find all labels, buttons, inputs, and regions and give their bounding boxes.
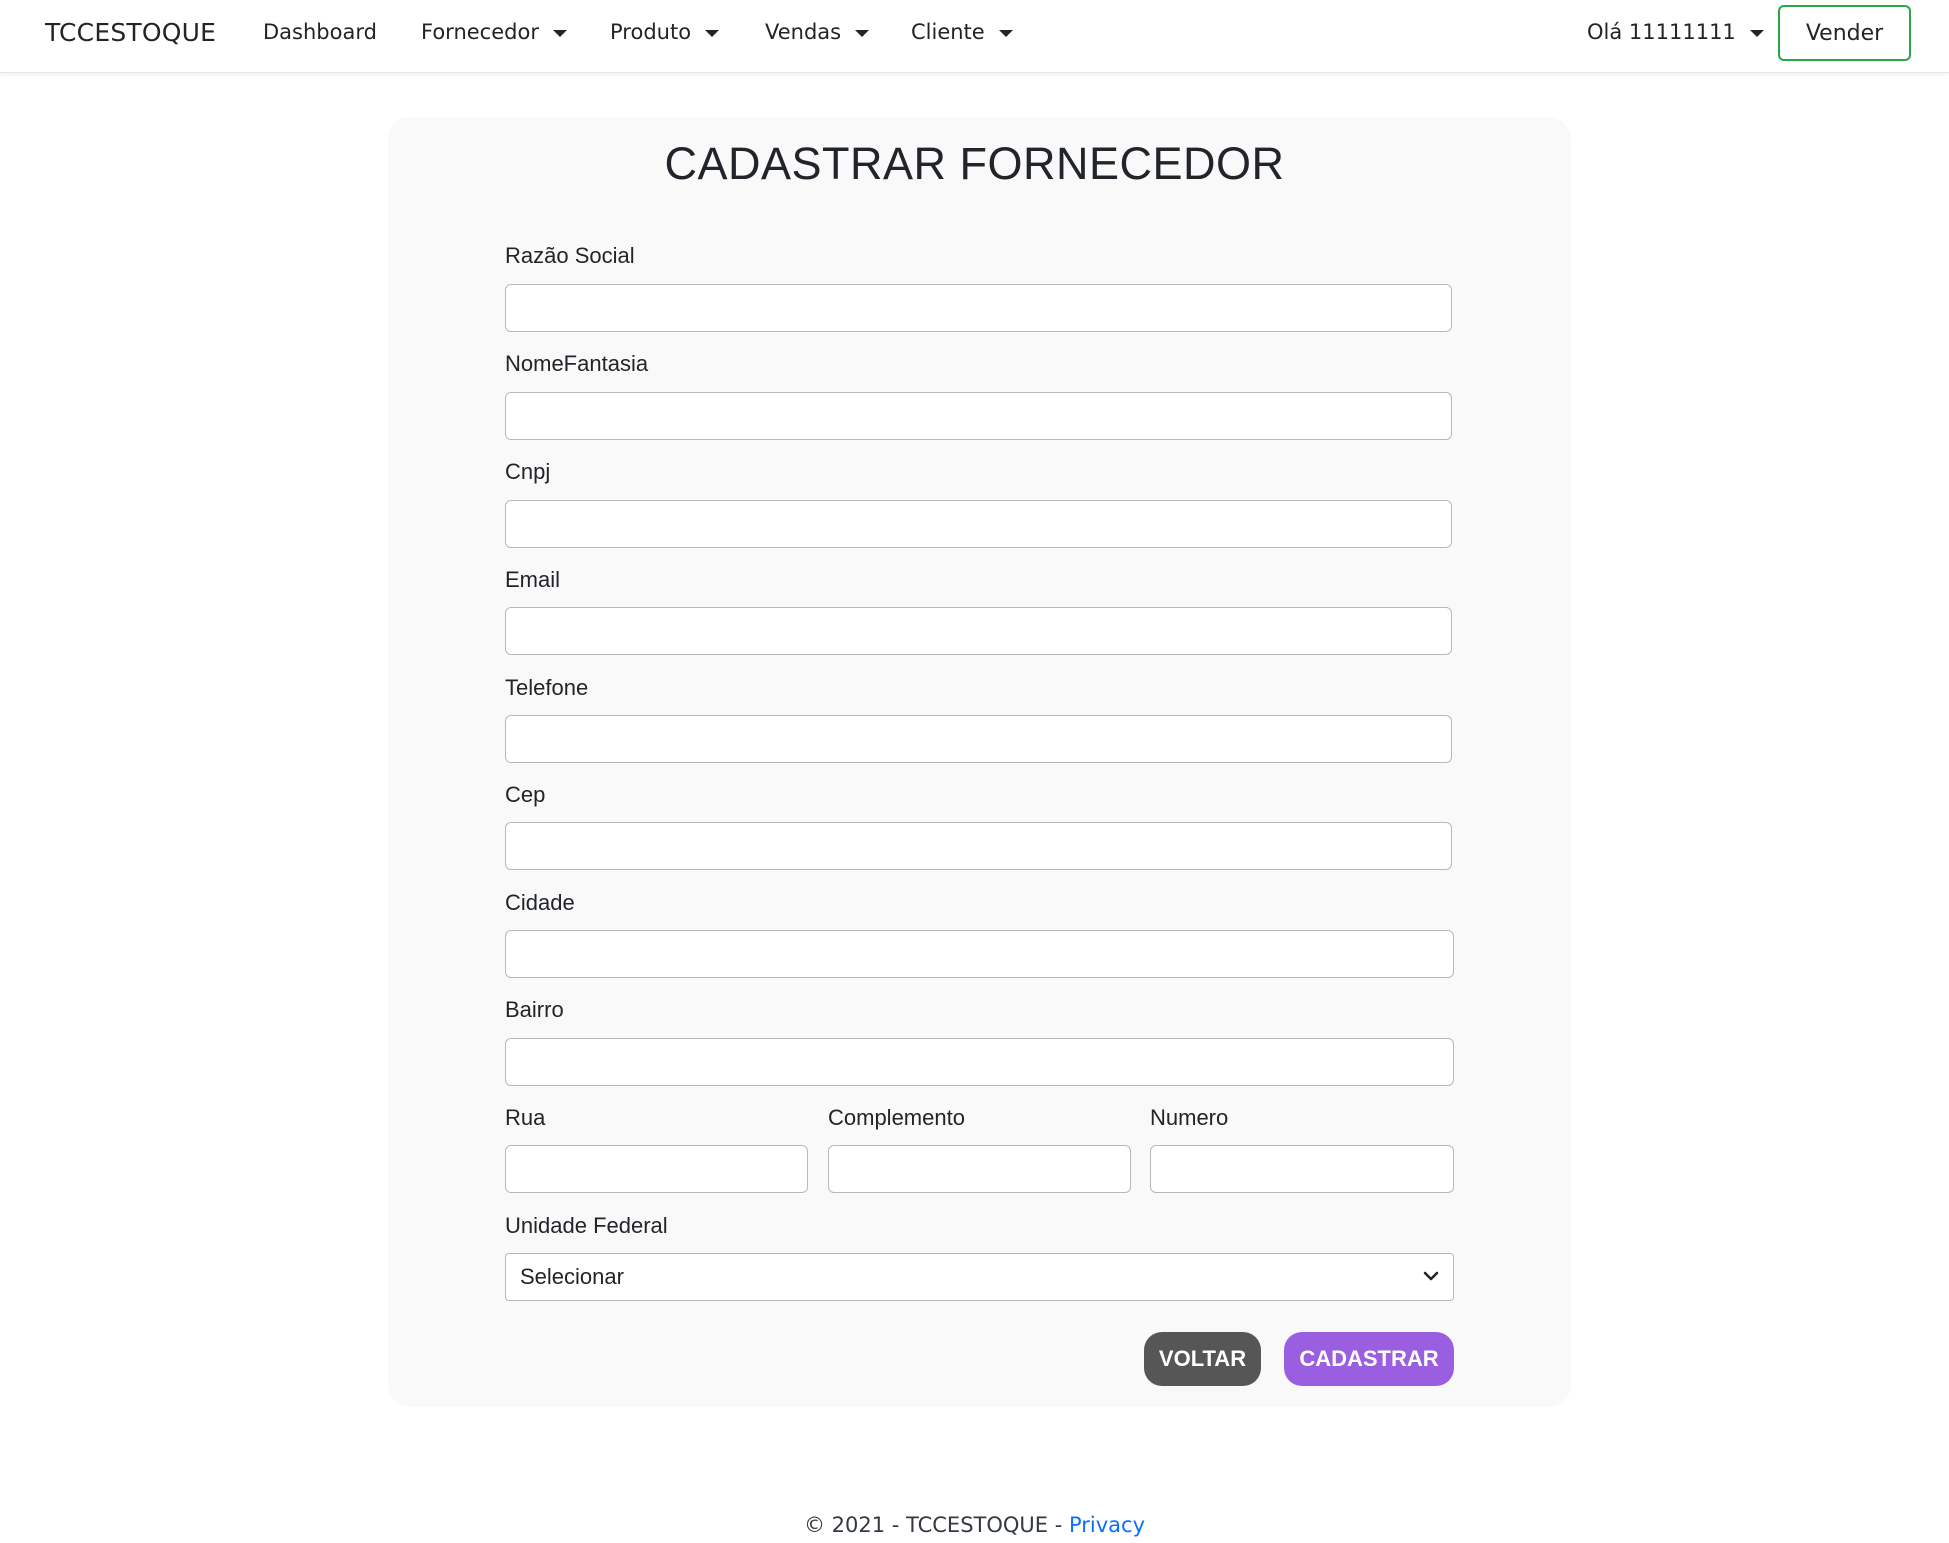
footer: © 2021 - TCCESTOQUE - Privacy [0, 1513, 1949, 1537]
chevron-down-icon [1423, 1271, 1439, 1281]
nav-dashboard-label: Dashboard [263, 20, 377, 44]
cnpj-input[interactable] [505, 500, 1452, 548]
nav-produto-dropdown[interactable]: Produto [610, 20, 720, 44]
rua-label: Rua [505, 1105, 546, 1130]
rua-input[interactable] [505, 1145, 808, 1193]
nav-fornecedor-dropdown[interactable]: Fornecedor [421, 20, 567, 44]
nav-dashboard[interactable]: Dashboard [263, 20, 377, 44]
caret-down-icon [998, 29, 1013, 37]
cep-label: Cep [505, 782, 546, 807]
vender-button[interactable]: Vender [1778, 5, 1911, 61]
nav-vendas-dropdown[interactable]: Vendas [765, 20, 870, 44]
caret-down-icon [552, 29, 567, 37]
numero-input[interactable] [1150, 1145, 1454, 1193]
brand-logo[interactable]: TCCESTOQUE [45, 18, 216, 47]
bairro-input[interactable] [505, 1038, 1454, 1086]
nav-vendas-label: Vendas [765, 20, 842, 44]
numero-label: Numero [1150, 1105, 1229, 1130]
razao-social-label: Razão Social [505, 243, 635, 268]
nav-cliente-label: Cliente [911, 20, 985, 44]
cidade-input[interactable] [505, 930, 1454, 978]
telefone-input[interactable] [505, 715, 1452, 763]
user-menu-dropdown[interactable]: Olá 11111111 [1587, 20, 1764, 44]
email-label: Email [505, 567, 561, 592]
cnpj-label: Cnpj [505, 459, 551, 484]
cidade-label: Cidade [505, 890, 575, 915]
user-greeting: Olá 11111111 [1587, 20, 1736, 44]
uf-select[interactable]: Selecionar [505, 1253, 1454, 1301]
uf-selected-value: Selecionar [520, 1264, 624, 1289]
caret-down-icon [1749, 29, 1764, 37]
caret-down-icon [705, 29, 720, 37]
page-title: CADASTRAR FORNECEDOR [664, 138, 1285, 189]
footer-copyright: © 2021 - TCCESTOQUE - [803, 1513, 1069, 1537]
voltar-button[interactable]: VOLTAR [1144, 1332, 1261, 1386]
cadastrar-button[interactable]: CADASTRAR [1284, 1332, 1454, 1386]
caret-down-icon [855, 29, 870, 37]
uf-label: Unidade Federal [505, 1213, 668, 1238]
email-input[interactable] [505, 607, 1452, 655]
complemento-label: Complemento [828, 1105, 965, 1130]
privacy-link[interactable]: Privacy [1069, 1513, 1145, 1537]
nav-cliente-dropdown[interactable]: Cliente [911, 20, 1013, 44]
nome-fantasia-input[interactable] [505, 392, 1452, 440]
telefone-label: Telefone [505, 675, 589, 700]
bairro-label: Bairro [505, 997, 564, 1022]
nav-produto-label: Produto [610, 20, 692, 44]
nome-fantasia-label: NomeFantasia [505, 351, 649, 376]
cep-input[interactable] [505, 822, 1452, 870]
razao-social-input[interactable] [505, 284, 1452, 332]
nav-fornecedor-label: Fornecedor [421, 20, 539, 44]
complemento-input[interactable] [828, 1145, 1131, 1193]
top-navbar: TCCESTOQUE Dashboard Fornecedor Produto … [0, 0, 1949, 73]
